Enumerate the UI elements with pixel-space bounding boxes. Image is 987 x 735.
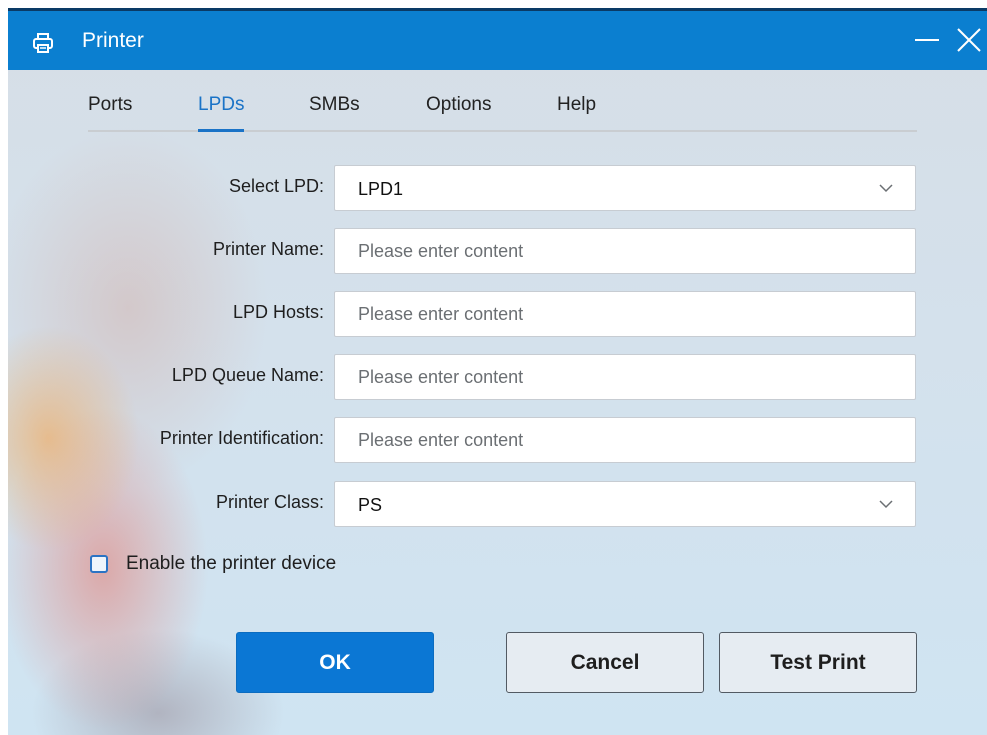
printer-identification-field-box <box>334 417 916 463</box>
tab-lpds[interactable]: LPDs <box>198 94 245 132</box>
chevron-down-icon <box>879 500 893 509</box>
printer-name-input[interactable] <box>335 229 915 273</box>
lpd-queue-name-label: LPD Queue Name: <box>171 365 324 385</box>
tab-ports[interactable]: Ports <box>88 94 132 130</box>
lpd-queue-name-input[interactable] <box>335 355 915 399</box>
close-icon[interactable] <box>954 25 984 55</box>
printer-class-label: Printer Class: <box>215 492 324 512</box>
tab-smbs[interactable]: SMBs <box>309 94 360 130</box>
ok-button[interactable]: OK <box>236 632 434 693</box>
minimize-icon[interactable] <box>914 25 940 55</box>
printer-identification-input[interactable] <box>335 418 915 462</box>
printer-dialog: Printer Ports LPDs SMBs Options Help Sel… <box>8 8 987 735</box>
printer-class-dropdown[interactable]: PS <box>334 481 916 527</box>
tab-options[interactable]: Options <box>426 94 491 130</box>
lpd-hosts-input[interactable] <box>335 292 915 336</box>
test-print-button[interactable]: Test Print <box>719 632 917 693</box>
title-bar: Printer <box>8 8 987 70</box>
tab-help[interactable]: Help <box>557 94 596 130</box>
select-lpd-dropdown[interactable]: LPD1 <box>334 165 916 211</box>
tab-bar: Ports LPDs SMBs Options Help <box>88 94 917 132</box>
enable-printer-label[interactable]: Enable the printer device <box>126 553 336 575</box>
lpd-hosts-label: LPD Hosts: <box>232 302 324 322</box>
enable-printer-checkbox[interactable] <box>90 555 108 573</box>
lpd-hosts-field-box <box>334 291 916 337</box>
printer-icon <box>33 33 53 53</box>
select-lpd-value: LPD1 <box>358 179 404 199</box>
printer-name-field-box <box>334 228 916 274</box>
cancel-button[interactable]: Cancel <box>506 632 704 693</box>
window-title: Printer <box>82 29 144 52</box>
printer-identification-label: Printer Identification: <box>159 428 324 448</box>
select-lpd-label: Select LPD: <box>228 176 324 196</box>
printer-name-label: Printer Name: <box>212 239 324 259</box>
chevron-down-icon <box>879 184 893 193</box>
lpd-queue-name-field-box <box>334 354 916 400</box>
printer-class-value: PS <box>358 495 383 515</box>
